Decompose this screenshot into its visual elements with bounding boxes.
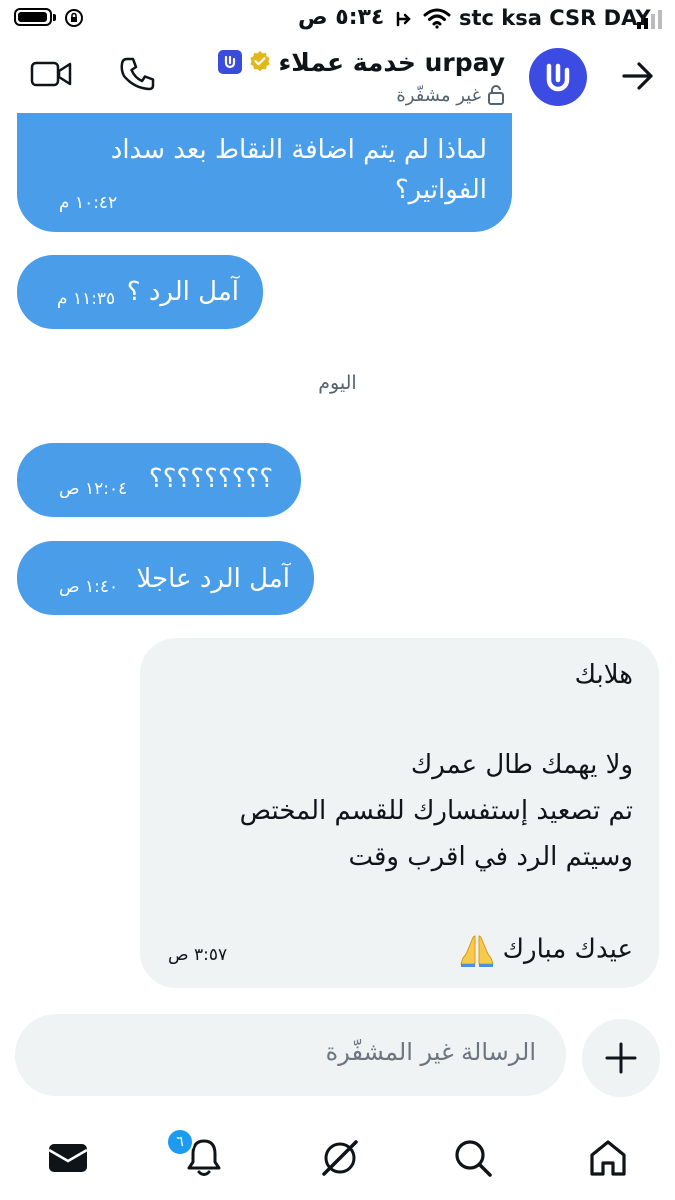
back-arrow-icon[interactable]: [621, 60, 655, 92]
grok-icon: [322, 1140, 358, 1176]
reply-line: تم تصعيد إستفسارك للقسم المختص: [239, 796, 633, 826]
encryption-status: غير مشفّرة: [396, 82, 505, 108]
brand-affiliate-icon: [218, 50, 243, 74]
open-lock-icon: [488, 85, 504, 105]
folded-hands-emoji: [459, 935, 494, 967]
rotation-lock-icon: [65, 9, 83, 27]
call-forward-icon: [396, 11, 411, 27]
mail-icon: [48, 1144, 88, 1172]
nav-home[interactable]: [584, 1134, 632, 1182]
phone-call-icon[interactable]: [118, 56, 156, 92]
message-time: ١٢:٠٤ ص: [59, 479, 128, 499]
reply-line-last: عيدك مبارك: [459, 932, 633, 968]
day-separator: اليوم: [318, 372, 357, 394]
message-text: آمل الرد ؟: [126, 277, 239, 307]
nav-search[interactable]: [449, 1134, 497, 1182]
message-input[interactable]: الرسالة غير المشفّرة: [15, 1014, 566, 1096]
encryption-label: غير مشفّرة: [396, 84, 481, 106]
status-bar: ٥:٣٤ ص stc ksa CSR DAY: [0, 0, 675, 40]
conversation-title[interactable]: خدمة عملاء urpay: [218, 44, 505, 80]
conversation-header: خدمة عملاء urpay غير مشفّرة: [0, 40, 675, 112]
nav-grok[interactable]: [316, 1134, 364, 1182]
message-text: آمل الرد عاجلا: [136, 564, 290, 594]
battery-icon: [14, 8, 52, 26]
status-time: ٥:٣٤ ص: [298, 5, 385, 30]
message-time: ١١:٣٥ م: [57, 289, 116, 309]
reply-line: ولا يهمك طال عمرك: [410, 750, 633, 780]
message-time: ١٠:٤٢ م: [59, 193, 118, 213]
add-attachment-button[interactable]: [582, 1019, 660, 1097]
message-bubble-sent[interactable]: ؟؟؟؟؟؟؟؟؟ ١٢:٠٤ ص: [17, 443, 301, 517]
reply-line: وسيتم الرد في اقرب وقت: [348, 842, 633, 872]
avatar[interactable]: [529, 48, 587, 106]
wifi-icon: [423, 8, 451, 29]
verified-badge-icon: [250, 51, 271, 72]
message-bubble-sent[interactable]: آمل الرد عاجلا ١:٤٠ ص: [17, 541, 314, 615]
notification-count-badge: ٦: [166, 1128, 194, 1156]
message-bubble-received[interactable]: هلابك ولا يهمك طال عمرك تم تصعيد إستفسار…: [140, 638, 659, 988]
message-time: ١:٤٠ ص: [59, 577, 119, 597]
signal-icon: [637, 10, 662, 29]
message-bubble-sent[interactable]: آمل الرد ؟ ١١:٣٥ م: [17, 255, 263, 329]
message-time: ٣:٥٧ ص: [168, 945, 228, 965]
bottom-navigation: [0, 1120, 675, 1200]
conversation-name: خدمة عملاء urpay: [278, 47, 505, 77]
plus-icon: [605, 1042, 637, 1074]
home-icon: [590, 1140, 626, 1176]
carrier-name: stc ksa CSR DAY: [459, 6, 651, 30]
message-text: ؟؟؟؟؟؟؟؟؟: [148, 464, 273, 494]
reply-line: عيدك مبارك: [502, 934, 633, 965]
message-bubble-sent[interactable]: لماذا لم يتم اضافة النقاط بعد سداد الفوا…: [17, 113, 512, 232]
video-call-icon[interactable]: [30, 58, 72, 90]
reply-line: هلابك: [574, 660, 633, 690]
nav-messages[interactable]: [44, 1134, 92, 1182]
search-icon: [455, 1140, 492, 1177]
message-input-placeholder: الرسالة غير المشفّرة: [325, 1038, 536, 1066]
